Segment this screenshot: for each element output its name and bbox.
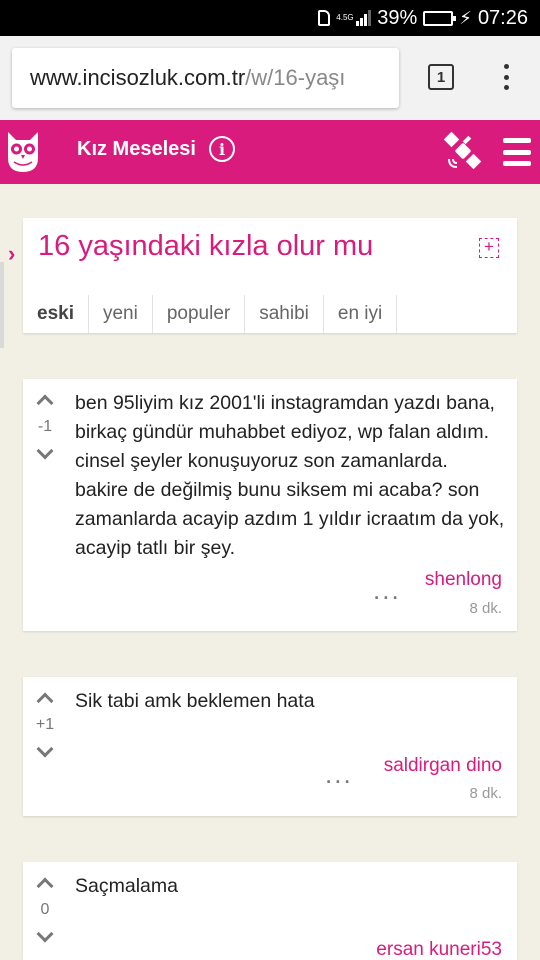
- entry-author[interactable]: shenlong: [425, 569, 502, 591]
- entry-time[interactable]: 8 dk.: [469, 785, 502, 802]
- upvote-icon[interactable]: [36, 394, 54, 412]
- entry-card: +1 Sik tabi amk beklemen hata ... saldir…: [23, 677, 517, 816]
- status-icons: 4.5G 39% ⚡ 07:26: [318, 0, 528, 36]
- tab-en-iyi[interactable]: en iyi: [324, 295, 398, 333]
- add-entry-icon[interactable]: +: [479, 238, 499, 258]
- charging-icon: ⚡: [459, 7, 472, 28]
- topic-header-card: 16 yaşındaki kızla olur mu + eski yeni p…: [23, 218, 517, 333]
- entry-score: 0: [40, 901, 50, 918]
- menu-icon[interactable]: [503, 138, 531, 166]
- vote-controls: -1: [33, 391, 57, 460]
- browser-toolbar: www.incisozluk.com.tr/w/16-yaşı 1: [0, 36, 540, 120]
- site-header: Kız Meselesi i: [0, 120, 540, 184]
- battery-icon: [423, 10, 457, 26]
- upvote-icon[interactable]: [36, 877, 54, 895]
- sort-tabs: eski yeni populer sahibi en iyi: [23, 295, 398, 333]
- section-title[interactable]: Kız Meselesi: [77, 138, 196, 161]
- tab-switcher-button[interactable]: 1: [428, 64, 454, 90]
- url-bar[interactable]: www.incisozluk.com.tr/w/16-yaşı: [12, 48, 399, 108]
- satellite-icon[interactable]: [444, 132, 482, 170]
- browser-menu-icon[interactable]: [496, 60, 516, 94]
- entry-score: -1: [37, 418, 53, 435]
- side-drawer-handle[interactable]: [0, 262, 4, 348]
- more-options-icon[interactable]: ...: [373, 577, 401, 603]
- entry-author[interactable]: saldirgan dino: [384, 755, 502, 777]
- entry-card: -1 ben 95liyim kız 2001'li instagramdan …: [23, 379, 517, 631]
- tab-eski[interactable]: eski: [23, 295, 89, 333]
- battery-percent: 39%: [377, 6, 418, 29]
- upvote-icon[interactable]: [36, 692, 54, 710]
- clock: 07:26: [477, 6, 528, 29]
- downvote-icon[interactable]: [36, 740, 54, 758]
- more-options-icon[interactable]: ...: [321, 946, 349, 960]
- downvote-icon[interactable]: [36, 442, 54, 460]
- url-path: /w/16-yaşı: [245, 65, 346, 90]
- url-host: www.incisozluk.com.tr: [30, 65, 246, 90]
- info-icon[interactable]: i: [209, 136, 235, 162]
- tab-sahibi[interactable]: sahibi: [245, 295, 324, 333]
- owl-logo-icon[interactable]: [4, 128, 42, 174]
- entry-text: Sik tabi amk beklemen hata: [75, 690, 315, 712]
- vote-controls: 0: [33, 874, 57, 943]
- network-type: 4.5G: [336, 13, 354, 22]
- entry-score: +1: [35, 716, 55, 733]
- downvote-icon[interactable]: [36, 925, 54, 943]
- tab-populer[interactable]: populer: [153, 295, 246, 333]
- sim-card-icon: [318, 10, 331, 26]
- entry-time[interactable]: 8 dk.: [469, 600, 502, 617]
- signal-icon: [356, 10, 372, 26]
- status-bar: 4.5G 39% ⚡ 07:26: [0, 0, 540, 36]
- tab-yeni[interactable]: yeni: [89, 295, 153, 333]
- entry-text: ben 95liyim kız 2001'li instagramdan yaz…: [75, 392, 505, 559]
- entry-card: 0 Saçmalama ... ersan kuneri53: [23, 862, 517, 960]
- entry-author[interactable]: ersan kuneri53: [376, 939, 502, 960]
- expand-chevron-icon[interactable]: ›: [8, 241, 15, 267]
- topic-title[interactable]: 16 yaşındaki kızla olur mu: [38, 230, 373, 263]
- entry-text: Saçmalama: [75, 875, 178, 897]
- vote-controls: +1: [33, 689, 57, 758]
- more-options-icon[interactable]: ...: [325, 761, 353, 787]
